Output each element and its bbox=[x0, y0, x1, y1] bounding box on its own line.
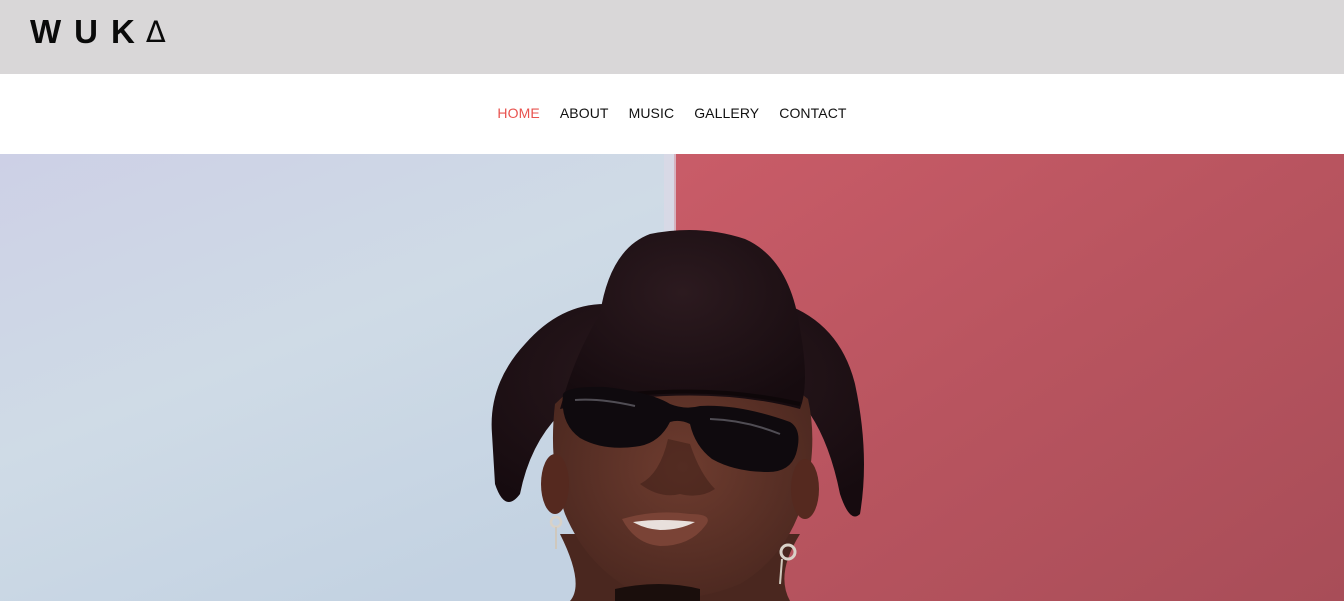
hero-artist-photo bbox=[0, 154, 1344, 601]
nav-link-gallery[interactable]: GALLERY bbox=[694, 105, 759, 121]
logo-letters: WUK bbox=[30, 13, 148, 50]
top-header: WUK Δ bbox=[0, 0, 1344, 74]
nav-link-music[interactable]: MUSIC bbox=[629, 105, 675, 121]
ear-right bbox=[791, 459, 819, 519]
nav-item-music: MUSIC bbox=[629, 105, 675, 123]
main-navigation: HOME ABOUT MUSIC GALLERY CONTACT bbox=[0, 74, 1344, 154]
logo-delta-icon: Δ bbox=[145, 15, 166, 49]
nav-link-about[interactable]: ABOUT bbox=[560, 105, 609, 121]
nav-item-home: HOME bbox=[497, 105, 539, 123]
ear-left bbox=[541, 454, 569, 514]
brand-logo[interactable]: WUK Δ bbox=[30, 12, 166, 52]
nav-item-about: ABOUT bbox=[560, 105, 609, 123]
nav-link-contact[interactable]: CONTACT bbox=[779, 105, 846, 121]
nav-item-gallery: GALLERY bbox=[694, 105, 759, 123]
nav-item-contact: CONTACT bbox=[779, 105, 846, 123]
nav-link-home[interactable]: HOME bbox=[497, 105, 539, 121]
nav-list: HOME ABOUT MUSIC GALLERY CONTACT bbox=[0, 74, 1344, 154]
hero-image bbox=[0, 154, 1344, 601]
